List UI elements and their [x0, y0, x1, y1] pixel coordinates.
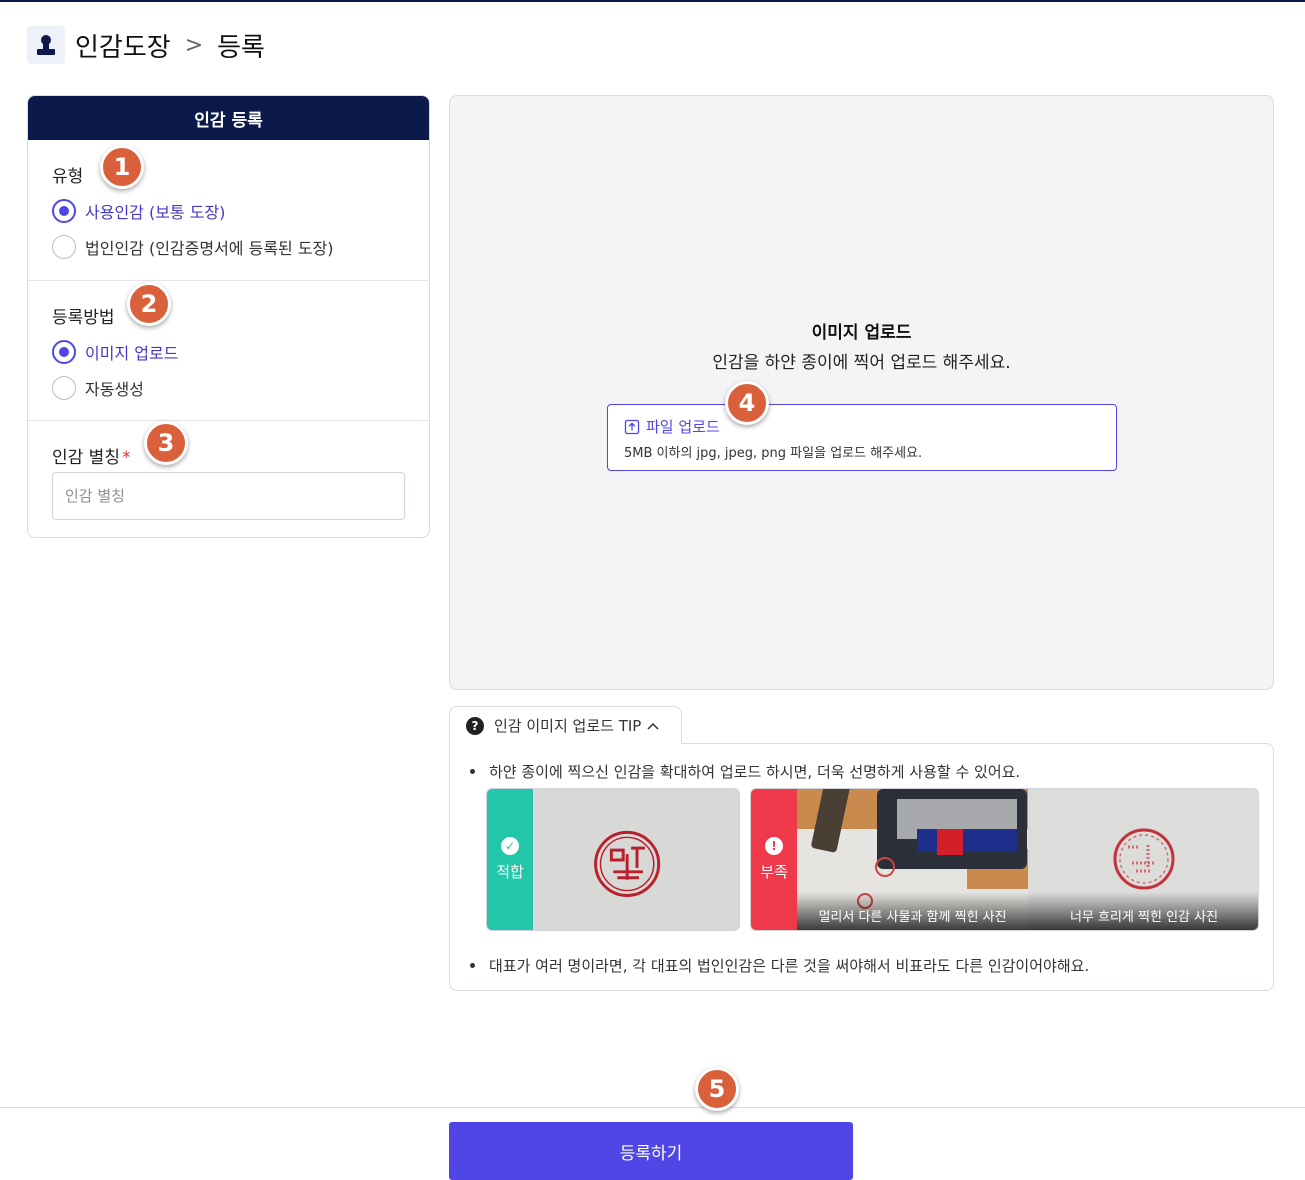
tip-text-2: 대표가 여러 명이라면, 각 대표의 법인인감은 다른 것을 써야해서 비표라도… — [489, 957, 1090, 975]
bad-photo-blurry: 너무 흐리게 찍힌 인감 사진 — [1028, 789, 1258, 930]
seal-good-photo — [534, 789, 739, 930]
upload-title: 이미지 업로드 — [811, 323, 912, 343]
step-badge-2: 2 — [127, 282, 171, 326]
person-icon — [27, 26, 65, 64]
page-title: 인감도장 — [75, 32, 171, 63]
radio-checked-icon[interactable] — [52, 340, 76, 364]
bad-example-image: ! 부족 멀리서 다른 사물과 함께 찍힌 사진 너무 흐리게 찍힌 인감 사진 — [750, 788, 1259, 931]
upload-description: 인감을 하얀 종이에 찍어 업로드 해주세요. — [712, 353, 1011, 373]
good-label: 적합 — [496, 863, 524, 881]
file-upload-box[interactable]: 파일 업로드 5MB 이하의 jpg, jpeg, png 파일을 업로드 해주… — [607, 404, 1117, 471]
method-option-auto[interactable]: 자동생성 — [52, 376, 144, 400]
type-option-corporate[interactable]: 법인인감 (인감증명서에 등록된 도장) — [52, 235, 334, 259]
method-section: 등록방법 이미지 업로드 자동생성 — [28, 281, 429, 421]
question-icon: ? — [466, 716, 484, 735]
tip-toggle-tab[interactable]: ? 인감 이미지 업로드 TIP — [449, 706, 682, 744]
alert-icon: ! — [765, 837, 783, 855]
step-badge-1: 1 — [100, 145, 144, 189]
tip-panel: 하얀 종이에 찍으신 인감을 확대하여 업로드 하시면, 더욱 선명하게 사용할… — [449, 743, 1274, 991]
file-upload-hint: 5MB 이하의 jpg, jpeg, png 파일을 업로드 해주세요. — [624, 446, 923, 461]
bad-label-strip: ! 부족 — [751, 789, 797, 930]
chevron-up-icon — [647, 722, 659, 730]
type-option-personal[interactable]: 사용인감 (보통 도장) — [52, 199, 225, 223]
bad-photo-far: 멀리서 다른 사물과 함께 찍힌 사진 — [797, 789, 1028, 930]
radio-checked-icon[interactable] — [52, 199, 76, 223]
method-option-upload[interactable]: 이미지 업로드 — [52, 340, 178, 364]
method-title: 등록방법 — [52, 308, 115, 328]
top-border — [0, 0, 1305, 2]
radio-unchecked-icon[interactable] — [52, 235, 76, 259]
upload-dropzone[interactable]: 이미지 업로드 인감을 하얀 종이에 찍어 업로드 해주세요. 파일 업로드 5… — [449, 95, 1274, 690]
footer-divider — [0, 1107, 1305, 1108]
step-badge-3: 3 — [144, 421, 188, 465]
file-upload-label: 파일 업로드 — [646, 418, 720, 436]
tip-item-2: 대표가 여러 명이라면, 각 대표의 법인인감은 다른 것을 써야해서 비표라도… — [470, 955, 1089, 976]
step-badge-4: 4 — [725, 381, 769, 425]
breadcrumb: 인감도장 > 등록 — [27, 26, 265, 64]
bad-caption-1: 멀리서 다른 사물과 함께 찍힌 사진 — [797, 892, 1028, 930]
bad-caption-2: 너무 흐리게 찍힌 인감 사진 — [1028, 892, 1258, 930]
tip-tab-label: 인감 이미지 업로드 TIP — [494, 717, 642, 735]
file-upload-button[interactable]: 파일 업로드 — [624, 416, 720, 437]
form-header: 인감 등록 — [28, 96, 429, 140]
method-option-label: 자동생성 — [85, 380, 144, 399]
method-option-label: 이미지 업로드 — [85, 344, 179, 363]
type-option-label: 법인인감 (인감증명서에 등록된 도장) — [85, 239, 334, 258]
alias-title-text: 인감 별칭 — [52, 448, 120, 468]
alias-input[interactable] — [52, 472, 405, 520]
alias-title: 인감 별칭 * — [52, 443, 130, 468]
upload-icon — [624, 419, 640, 434]
type-section: 유형 사용인감 (보통 도장) 법인인감 (인감증명서에 등록된 도장) — [28, 140, 429, 281]
type-title: 유형 — [52, 167, 84, 187]
required-mark: * — [121, 448, 131, 468]
tip-item-1: 하얀 종이에 찍으신 인감을 확대하여 업로드 하시면, 더욱 선명하게 사용할… — [470, 761, 1020, 782]
bullet-icon — [470, 963, 475, 968]
bad-label: 부족 — [760, 863, 788, 881]
good-example-image: ✓ 적합 — [486, 788, 740, 931]
check-icon: ✓ — [501, 837, 519, 855]
bullet-icon — [470, 769, 475, 774]
alias-section: 인감 별칭 * — [28, 421, 429, 537]
type-option-label: 사용인감 (보통 도장) — [85, 203, 226, 222]
tip-text-1: 하얀 종이에 찍으신 인감을 확대하여 업로드 하시면, 더욱 선명하게 사용할… — [489, 763, 1021, 781]
good-label-strip: ✓ 적합 — [487, 789, 533, 930]
radio-unchecked-icon[interactable] — [52, 376, 76, 400]
seal-register-form: 인감 등록 유형 사용인감 (보통 도장) 법인인감 (인감증명서에 등록된 도… — [27, 95, 430, 538]
register-button[interactable]: 등록하기 — [449, 1122, 853, 1180]
step-badge-5: 5 — [695, 1067, 739, 1111]
breadcrumb-separator: > — [184, 32, 204, 58]
page-subtitle: 등록 — [217, 32, 265, 63]
